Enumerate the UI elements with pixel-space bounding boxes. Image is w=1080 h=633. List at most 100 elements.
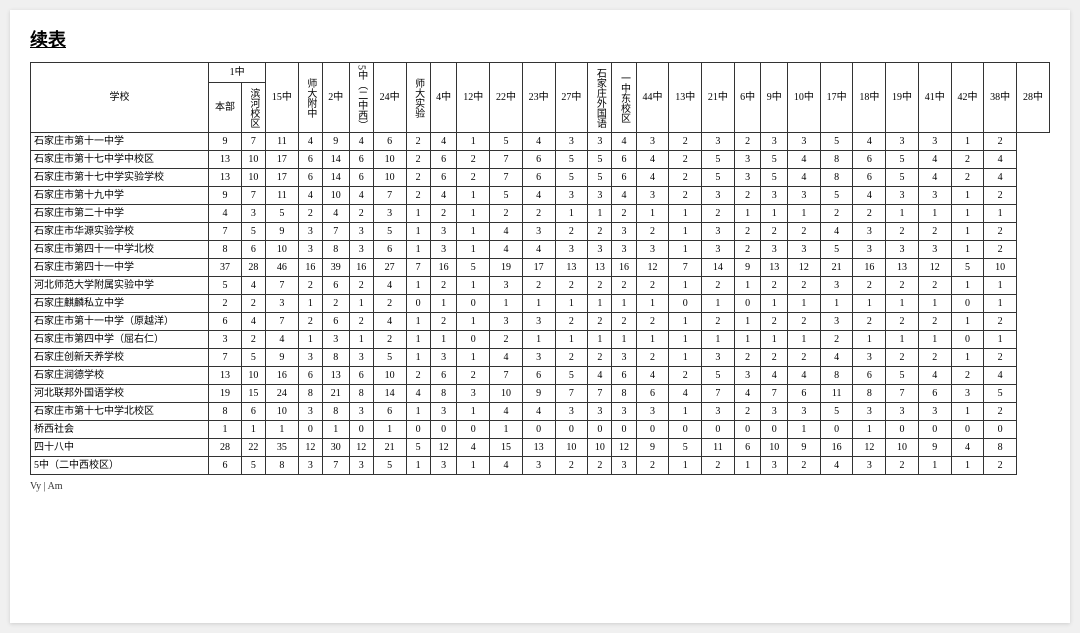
value-cell: 2: [490, 331, 523, 349]
value-cell: 2: [209, 295, 242, 313]
value-cell: 7: [669, 259, 702, 277]
value-cell: 1: [984, 295, 1017, 313]
value-cell: 4: [612, 187, 636, 205]
value-cell: 2: [702, 313, 735, 331]
value-cell: 4: [734, 385, 761, 403]
value-cell: 3: [588, 241, 612, 259]
value-cell: 2: [951, 367, 984, 385]
value-cell: 2: [886, 457, 919, 475]
value-cell: 2: [984, 349, 1017, 367]
value-cell: 9: [522, 385, 555, 403]
value-cell: 0: [612, 421, 636, 439]
value-cell: 12: [612, 439, 636, 457]
value-cell: 17: [266, 169, 299, 187]
value-cell: 16: [853, 259, 886, 277]
footer-note: Vy | Am: [30, 481, 1050, 492]
value-cell: 2: [788, 457, 821, 475]
value-cell: 4: [984, 367, 1017, 385]
value-cell: 2: [669, 169, 702, 187]
value-cell: 2: [886, 313, 919, 331]
value-cell: 4: [636, 169, 669, 187]
page-container: 续表 学校 1中 15中 师大附中 2中 5中（二中西） 24中 师大实验 4中…: [10, 10, 1070, 623]
value-cell: 5: [241, 349, 265, 367]
school-cell: 石家庄市华源实验学校: [31, 223, 209, 241]
value-cell: 4: [241, 277, 265, 295]
value-cell: 7: [266, 277, 299, 295]
value-cell: 5: [761, 169, 788, 187]
value-cell: 1: [702, 295, 735, 313]
value-cell: 5: [406, 439, 430, 457]
table-row: 石家庄市第十七中学实验学校131017614610262765564253548…: [31, 169, 1050, 187]
value-cell: 2: [734, 241, 761, 259]
value-cell: 2: [612, 205, 636, 223]
value-cell: 2: [522, 277, 555, 295]
value-cell: 7: [588, 385, 612, 403]
value-cell: 4: [951, 439, 984, 457]
value-cell: 3: [702, 223, 735, 241]
value-cell: 1: [984, 205, 1017, 223]
value-cell: 4: [612, 133, 636, 151]
table-row: 石家庄市第四十一中学北校8610383613144333313233533312: [31, 241, 1050, 259]
value-cell: 4: [298, 133, 322, 151]
value-cell: 1: [669, 277, 702, 295]
value-cell: 2: [322, 295, 349, 313]
value-cell: 1: [555, 205, 588, 223]
value-cell: 4: [349, 133, 373, 151]
value-cell: 13: [209, 367, 242, 385]
col-21zhong: 21中: [702, 63, 735, 133]
value-cell: 4: [984, 169, 1017, 187]
value-cell: 2: [349, 277, 373, 295]
value-cell: 3: [298, 223, 322, 241]
value-cell: 4: [820, 457, 853, 475]
school-cell: 石家庄市第四十一中学北校: [31, 241, 209, 259]
col-28zhong: 28中: [1017, 63, 1050, 133]
value-cell: 2: [636, 313, 669, 331]
value-cell: 1: [373, 421, 406, 439]
value-cell: 5: [209, 277, 242, 295]
value-cell: 3: [349, 349, 373, 367]
value-cell: 0: [702, 421, 735, 439]
value-cell: 5: [702, 169, 735, 187]
value-cell: 16: [298, 259, 322, 277]
school-cell: 石家庄市第二十中学: [31, 205, 209, 223]
value-cell: 3: [734, 151, 761, 169]
col-27zhong: 27中: [555, 63, 588, 133]
value-cell: 4: [853, 187, 886, 205]
value-cell: 2: [853, 313, 886, 331]
value-cell: 5: [702, 151, 735, 169]
value-cell: 2: [702, 205, 735, 223]
value-cell: 1: [457, 277, 490, 295]
value-cell: 0: [761, 421, 788, 439]
value-cell: 9: [788, 439, 821, 457]
value-cell: 16: [266, 367, 299, 385]
value-cell: 3: [555, 187, 588, 205]
value-cell: 12: [298, 439, 322, 457]
value-cell: 1: [406, 457, 430, 475]
value-cell: 5: [820, 403, 853, 421]
value-cell: 5: [457, 259, 490, 277]
value-cell: 7: [241, 187, 265, 205]
value-cell: 2: [788, 223, 821, 241]
value-cell: 9: [266, 223, 299, 241]
value-cell: 3: [430, 241, 457, 259]
value-cell: 10: [241, 151, 265, 169]
value-cell: 1: [951, 403, 984, 421]
value-cell: 9: [734, 259, 761, 277]
value-cell: 1: [522, 295, 555, 313]
value-cell: 2: [373, 295, 406, 313]
value-cell: 2: [984, 457, 1017, 475]
col-6zhong: 6中: [734, 63, 761, 133]
value-cell: 6: [430, 367, 457, 385]
value-cell: 6: [241, 403, 265, 421]
value-cell: 3: [612, 349, 636, 367]
value-cell: 4: [522, 187, 555, 205]
value-cell: 27: [373, 259, 406, 277]
value-cell: 3: [918, 403, 951, 421]
value-cell: 8: [984, 439, 1017, 457]
value-cell: 2: [820, 205, 853, 223]
value-cell: 6: [298, 367, 322, 385]
col-15zhong: 15中: [266, 63, 299, 133]
value-cell: 3: [588, 133, 612, 151]
value-cell: 1: [918, 457, 951, 475]
value-cell: 1: [788, 295, 821, 313]
